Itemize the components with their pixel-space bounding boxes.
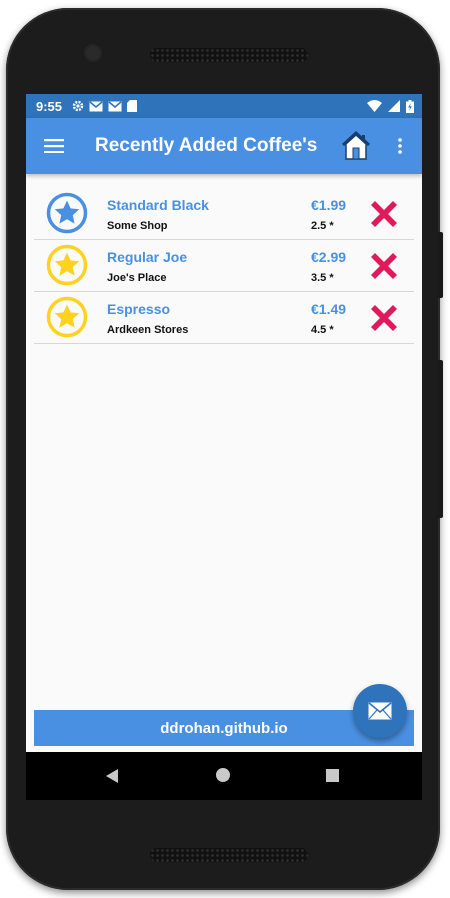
coffee-price: €1.49 bbox=[311, 301, 347, 317]
list-item[interactable]: Regular Joe Joe's Place €2.99 3.5 * bbox=[34, 240, 414, 292]
gmail-icon bbox=[108, 100, 122, 111]
wifi-icon bbox=[367, 100, 382, 112]
coffee-rating: 2.5 * bbox=[311, 220, 334, 232]
hamburger-menu-icon[interactable] bbox=[26, 118, 82, 174]
home-icon[interactable] bbox=[340, 130, 372, 162]
back-icon[interactable] bbox=[104, 768, 120, 784]
home-nav-icon[interactable] bbox=[216, 768, 230, 782]
top-speaker bbox=[150, 48, 308, 62]
app-bar: Recently Added Coffee's bbox=[26, 118, 422, 174]
footer-text: ddrohan.github.io bbox=[160, 719, 288, 737]
favourite-star-icon bbox=[46, 296, 88, 338]
coffee-shop: Ardkeen Stores bbox=[107, 324, 189, 336]
delete-icon[interactable] bbox=[370, 200, 398, 228]
coffee-list: Standard Black Some Shop €1.99 2.5 * Reg… bbox=[34, 188, 414, 344]
coffee-rating: 3.5 * bbox=[311, 272, 334, 284]
delete-icon[interactable] bbox=[370, 252, 398, 280]
mail-icon bbox=[368, 702, 392, 720]
favourite-star-icon bbox=[46, 244, 88, 286]
coffee-price: €2.99 bbox=[311, 249, 347, 265]
status-time: 9:55 bbox=[36, 98, 63, 114]
coffee-name: Espresso bbox=[107, 301, 171, 317]
coffee-price: €1.99 bbox=[311, 197, 347, 213]
more-options-icon[interactable] bbox=[388, 132, 412, 160]
coffee-name: Standard Black bbox=[107, 197, 209, 213]
front-camera bbox=[86, 46, 100, 60]
coffee-name: Regular Joe bbox=[107, 249, 188, 265]
list-item[interactable]: Standard Black Some Shop €1.99 2.5 * bbox=[34, 188, 414, 240]
power-button bbox=[437, 232, 443, 298]
volume-button bbox=[437, 360, 443, 518]
gear-icon bbox=[72, 100, 84, 112]
recent-apps-icon[interactable] bbox=[326, 769, 339, 782]
coffee-shop: Joe's Place bbox=[107, 272, 167, 284]
status-bar: 9:55 bbox=[26, 94, 422, 118]
coffee-shop: Some Shop bbox=[107, 220, 168, 232]
email-fab-button[interactable] bbox=[353, 684, 407, 738]
delete-icon[interactable] bbox=[370, 304, 398, 332]
screen: 9:55 Recently Added Coffee's Standard Bl… bbox=[26, 94, 422, 800]
bottom-speaker bbox=[150, 848, 308, 862]
star-badge-icon bbox=[46, 192, 88, 234]
signal-icon bbox=[388, 100, 400, 112]
status-right bbox=[367, 99, 414, 113]
gmail-icon bbox=[89, 100, 103, 111]
coffee-rating: 4.5 * bbox=[311, 324, 334, 336]
sd-card-icon bbox=[127, 100, 138, 112]
page-title: Recently Added Coffee's bbox=[95, 135, 318, 156]
battery-charging-icon bbox=[406, 99, 414, 113]
list-item[interactable]: Espresso Ardkeen Stores €1.49 4.5 * bbox=[34, 292, 414, 344]
android-nav-bar bbox=[26, 752, 422, 800]
